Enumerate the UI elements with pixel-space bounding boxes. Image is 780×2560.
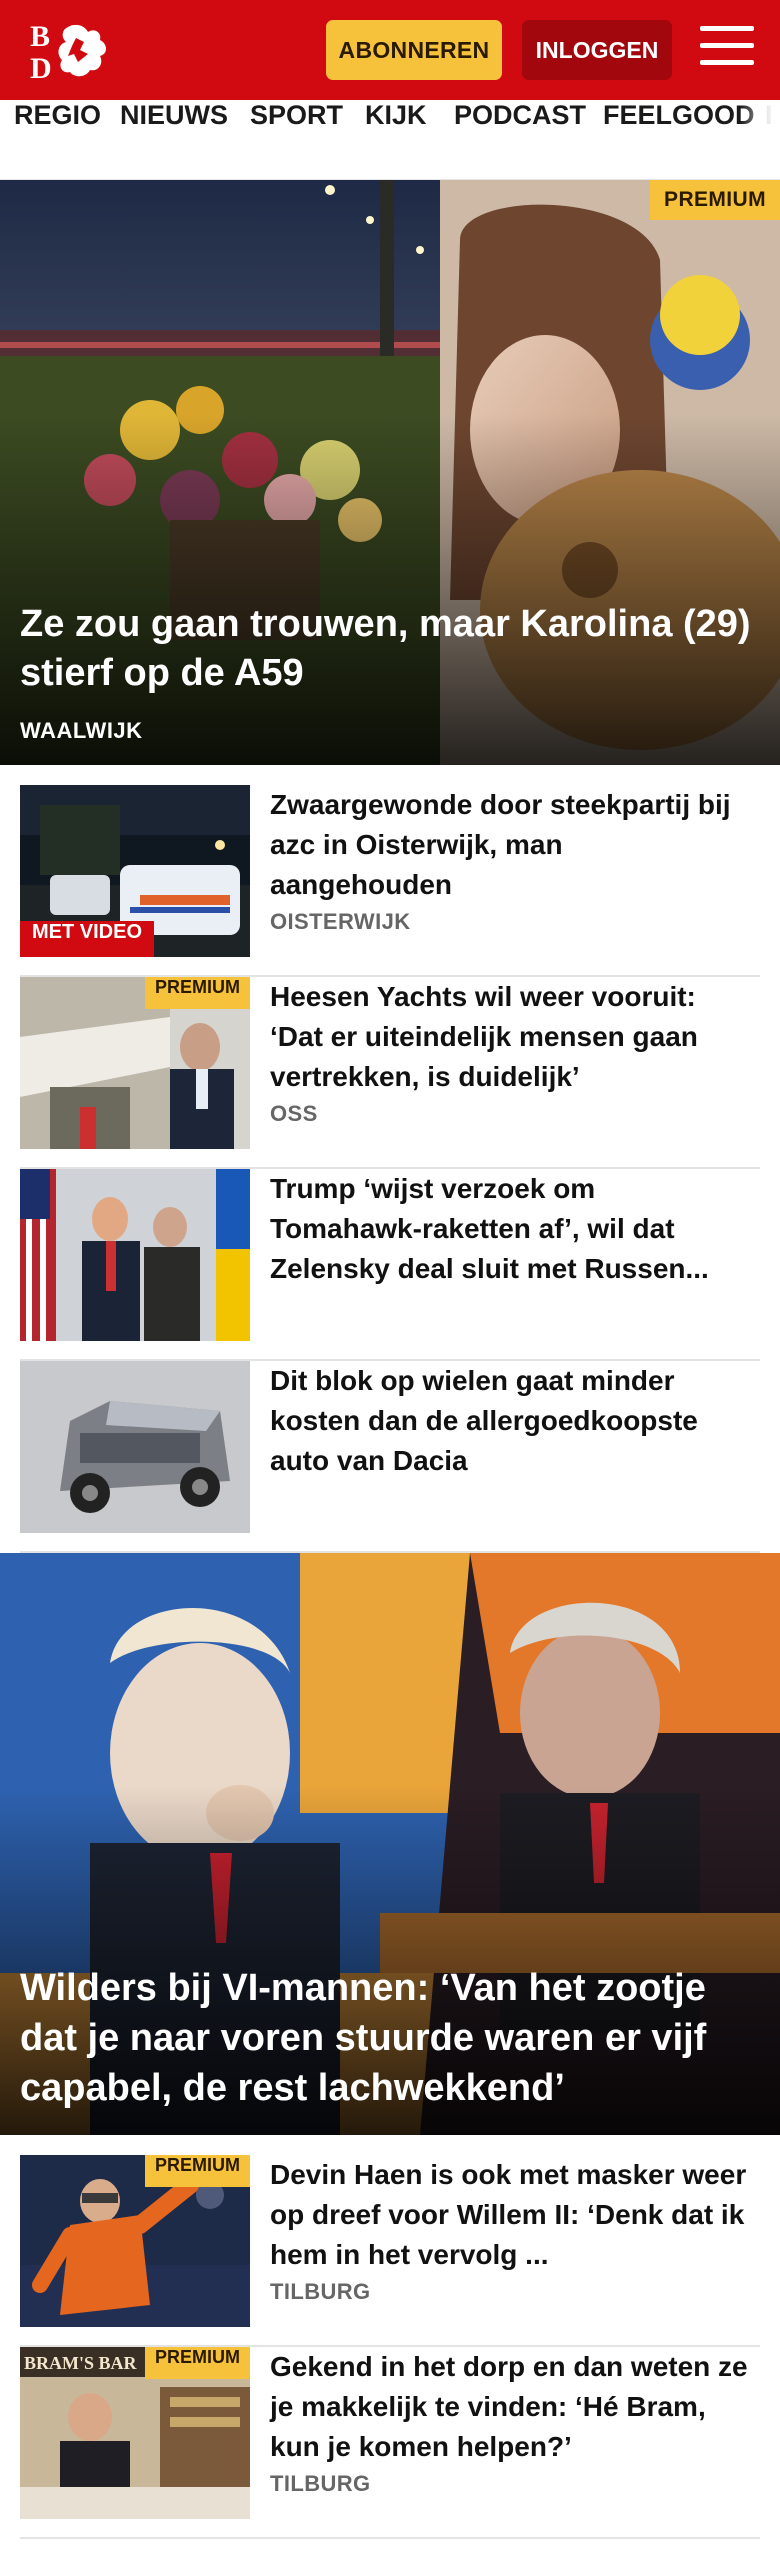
article-title[interactable]: Zwaargewonde door steekpartij bij azc in… bbox=[270, 785, 750, 905]
article-thumbnail bbox=[20, 1169, 250, 1341]
premium-badge: PREMIUM bbox=[145, 2155, 250, 2187]
list-item[interactable]: PREMIUM Devin Haen is ook met masker wee… bbox=[20, 2155, 760, 2347]
subscribe-button[interactable]: ABONNEREN bbox=[326, 20, 502, 80]
hero-article-karolina[interactable]: PREMIUM Ze zou gaan trouwen, maar Karoli… bbox=[0, 180, 780, 765]
nav-item-nieuws[interactable]: NIEUWS bbox=[120, 100, 228, 179]
premium-badge: PREMIUM bbox=[145, 2347, 250, 2379]
article-title[interactable]: Devin Haen is ook met masker weer op dre… bbox=[270, 2155, 750, 2275]
login-button[interactable]: INLOGGEN bbox=[522, 20, 672, 80]
article-thumbnail: PREMIUM bbox=[20, 977, 250, 1149]
article-thumbnail: BRAM'S BAR PREMIUM bbox=[20, 2347, 250, 2519]
top-header: B D ABONNEREN INLOGGEN bbox=[0, 0, 780, 100]
bd-logo[interactable]: B D bbox=[28, 18, 118, 82]
nav-item-kijk[interactable]: KIJK bbox=[365, 100, 427, 179]
thumb-trump-zelensky-photo bbox=[20, 1169, 250, 1341]
article-location: OSS bbox=[270, 1101, 318, 1126]
list-item[interactable]: PREMIUM Heesen Yachts wil weer vooruit: … bbox=[20, 977, 760, 1169]
article-location: TILBURG bbox=[270, 2471, 371, 2496]
hamburger-icon[interactable] bbox=[700, 26, 754, 74]
hero-headline[interactable]: Ze zou gaan trouwen, maar Karolina (29) … bbox=[20, 600, 760, 698]
nav-item-regio[interactable]: REGIO bbox=[14, 100, 101, 179]
list-item[interactable]: Trump ‘wijst verzoek om Tomahawk-rakette… bbox=[20, 1169, 760, 1361]
section-nav: REGIO NIEUWS SPORT KIJK PODCAST FEELGOOD… bbox=[0, 100, 780, 180]
article-title[interactable]: Trump ‘wijst verzoek om Tomahawk-rakette… bbox=[270, 1169, 750, 1289]
premium-badge: PREMIUM bbox=[145, 977, 250, 1009]
hero-article-wilders[interactable]: Wilders bij VI-mannen: ‘Van het zootje d… bbox=[0, 1553, 780, 2135]
article-thumbnail bbox=[20, 1361, 250, 1533]
article-thumbnail: MET VIDEO bbox=[20, 785, 250, 957]
thumb-car-photo bbox=[20, 1361, 250, 1533]
hero-headline[interactable]: Wilders bij VI-mannen: ‘Van het zootje d… bbox=[20, 1963, 760, 2113]
hero-location: WAALWIJK bbox=[20, 718, 143, 743]
hero-shade bbox=[0, 414, 780, 765]
article-thumbnail: PREMIUM bbox=[20, 2155, 250, 2327]
article-location: OISTERWIJK bbox=[270, 909, 411, 934]
svg-text:B: B bbox=[30, 20, 50, 53]
video-badge: MET VIDEO bbox=[20, 921, 155, 957]
article-title[interactable]: Heesen Yachts wil weer vooruit: ‘Dat er … bbox=[270, 977, 750, 1097]
nav-item-sport[interactable]: SPORT bbox=[250, 100, 343, 179]
logo-lion-icon: B D bbox=[30, 20, 106, 82]
premium-badge: PREMIUM bbox=[650, 180, 780, 220]
nav-fade bbox=[740, 100, 780, 179]
article-location: TILBURG bbox=[270, 2279, 371, 2304]
list-item[interactable]: Dit blok op wielen gaat minder kosten da… bbox=[20, 1361, 760, 1553]
bar-sign-text: BRAM'S BAR bbox=[24, 2353, 138, 2373]
svg-text:D: D bbox=[30, 52, 52, 82]
list-item[interactable]: BRAM'S BAR PREMIUM Gekend in het dorp en… bbox=[20, 2347, 760, 2539]
article-title[interactable]: Dit blok op wielen gaat minder kosten da… bbox=[270, 1361, 750, 1481]
nav-item-feelgood[interactable]: FEELGOOD bbox=[603, 100, 755, 179]
nav-item-podcast[interactable]: PODCAST bbox=[454, 100, 586, 179]
list-item[interactable]: MET VIDEO Zwaargewonde door steekpartij … bbox=[20, 785, 760, 977]
article-title[interactable]: Gekend in het dorp en dan weten ze je ma… bbox=[270, 2347, 750, 2467]
